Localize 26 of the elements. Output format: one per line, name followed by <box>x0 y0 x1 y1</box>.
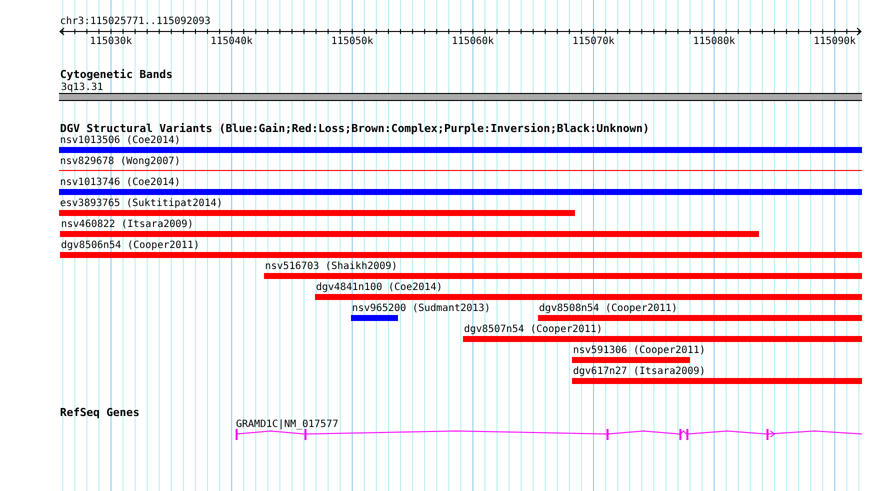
variant-label: esv3893765 (Suktitipat2014) <box>60 198 223 209</box>
variant-label: nsv516703 (Shaikh2009) <box>265 261 398 272</box>
tick-label: 115050k <box>331 36 374 47</box>
gene-label: GRAMD1C|NM_017577 <box>236 419 338 430</box>
variant-label: nsv1013746 (Coe2014) <box>60 177 180 188</box>
variant-label: nsv1013506 (Coe2014) <box>60 135 180 146</box>
variant-label: dgv8507n54 (Cooper2011) <box>464 324 602 335</box>
band-label: 3q13.31 <box>61 82 104 93</box>
tick-label: 115070k <box>572 36 615 47</box>
tick-label: 115060k <box>452 36 494 47</box>
tick-label: 115080k <box>693 36 736 47</box>
tick-label: 115040k <box>210 36 253 47</box>
variant-label: nsv460822 (Itsara2009) <box>61 219 194 230</box>
variant-label: nsv965200 (Sudmant2013) <box>352 303 490 314</box>
variant-label: nsv591306 (Cooper2011) <box>572 345 706 356</box>
variant-label: dgv4841n100 (Coe2014) <box>316 282 442 293</box>
track-title: DGV Structural Variants (Blue:Gain;Red:Loss;Brown:Complex;Purple:Inversion;Black:Unknown) <box>60 122 650 135</box>
variant-label: dgv617n27 (Itsara2009) <box>572 366 706 377</box>
variant-label: dgv8506n54 (Cooper2011) <box>61 240 200 251</box>
tick-label: 115090k <box>814 36 856 47</box>
track-title: RefSeq Genes <box>60 406 140 419</box>
variant-label: nsv829678 (Wong2007) <box>60 156 180 167</box>
tick-label: 115030k <box>90 36 132 47</box>
region-label: chr3:115025771..115092093 <box>60 16 211 27</box>
track-title: Cytogenetic Bands <box>60 68 173 81</box>
variant-label: dgv8508n54 (Cooper2011) <box>538 303 678 314</box>
